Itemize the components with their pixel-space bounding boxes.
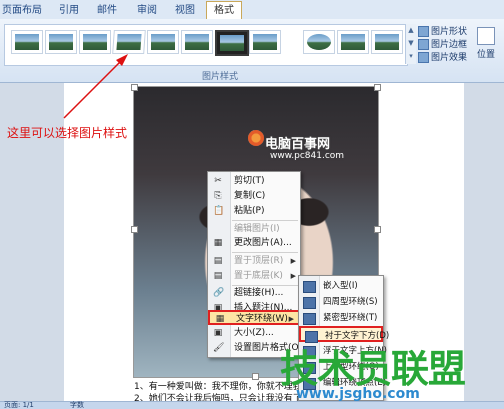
send-back-icon: ▤ — [213, 271, 223, 281]
shape-icon — [418, 26, 429, 37]
resize-handle[interactable] — [374, 84, 381, 91]
picture-style-thumb[interactable] — [337, 30, 369, 54]
picture-style-thumb[interactable] — [112, 30, 146, 54]
picture-styles-gallery[interactable] — [4, 24, 408, 66]
tab-references[interactable]: 引用 — [52, 3, 86, 18]
menu-item-text-wrapping[interactable]: ▦ 文字环绕(W) ▶ — [208, 310, 300, 325]
menu-item-send-back: ▤ 置于底层(K) ▶ — [208, 269, 300, 284]
photo-watermark-url: www.pc841.com — [270, 151, 345, 161]
menu-item-bring-front: ▤ 置于顶层(R) ▶ — [208, 254, 300, 269]
resize-handle[interactable] — [131, 84, 138, 91]
watermark-logo-icon — [248, 130, 264, 146]
menu-item-change-picture[interactable]: ▦ 更改图片(A)... — [208, 236, 300, 251]
picture-style-thumb[interactable] — [371, 30, 403, 54]
menu-separator — [232, 252, 298, 253]
photo-watermark-site: 电脑百事网 — [265, 137, 331, 152]
picture-style-thumb[interactable] — [11, 30, 43, 54]
picture-shape-button[interactable]: 图片形状 — [418, 24, 467, 37]
size-icon: ▣ — [213, 328, 223, 338]
brand-watermark-url: www.jsgho.com — [296, 386, 420, 402]
wrap-icon: ▦ — [215, 314, 225, 324]
menu-item-copy[interactable]: ⎘ 复制(C) — [208, 189, 300, 204]
ribbon-group-label: 图片样式 — [201, 72, 238, 82]
wrap-square-icon — [303, 297, 316, 309]
gallery-expand-icon[interactable]: ▾ — [407, 50, 415, 62]
position-button[interactable]: 位置 — [474, 27, 498, 61]
copy-icon: ⎘ — [214, 191, 222, 201]
menu-item-paste[interactable]: 📋 粘贴(P) — [208, 204, 300, 219]
position-icon — [477, 27, 495, 45]
link-icon: 🔗 — [213, 288, 225, 298]
picture-style-thumb[interactable] — [147, 30, 179, 54]
scroll-up-icon[interactable]: ▲ — [407, 24, 415, 36]
submenu-arrow-icon: ▶ — [290, 257, 296, 265]
border-icon — [418, 39, 429, 50]
ribbon-tab-bar: 页面布局 引用 邮件 审阅 视图 格式 — [0, 0, 504, 20]
picture-style-thumb[interactable] — [181, 30, 213, 54]
menu-separator — [232, 220, 298, 221]
tab-format[interactable]: 格式 — [206, 1, 242, 20]
brand-watermark: 技术员联盟 — [280, 347, 466, 391]
effect-icon — [418, 52, 429, 63]
resize-handle[interactable] — [131, 226, 138, 233]
menu-item-cut[interactable]: ✂ 剪切(T) — [208, 174, 300, 189]
context-menu: ✂ 剪切(T) ⎘ 复制(C) 📋 粘贴(P) 编辑图片(I) ▦ 更改图片(A)...… — [207, 171, 311, 358]
wrap-tight-icon — [303, 313, 316, 325]
menu-item-edit-picture: 编辑图片(I) — [234, 224, 280, 234]
tab-page-layout[interactable]: 页面布局 — [0, 3, 44, 18]
picture-icon: ▦ — [213, 238, 223, 248]
resize-handle[interactable] — [374, 226, 381, 233]
tab-mailings[interactable]: 邮件 — [90, 3, 124, 18]
scroll-down-icon[interactable]: ▼ — [407, 37, 415, 49]
submenu-arrow-icon: ▶ — [290, 272, 296, 280]
picture-style-thumb-selected[interactable] — [215, 30, 249, 56]
paste-icon: 📋 — [213, 206, 225, 216]
picture-style-thumb[interactable] — [79, 30, 111, 54]
menu-item-hyperlink[interactable]: 🔗 超链接(H)... — [208, 286, 300, 301]
picture-border-button[interactable]: 图片边框 — [418, 37, 467, 50]
tab-review[interactable]: 审阅 — [130, 3, 164, 18]
annotation-text: 这里可以选择图片样式 — [7, 126, 128, 140]
picture-effect-button[interactable]: 图片效果 — [418, 50, 467, 63]
scissors-icon: ✂ — [214, 176, 222, 186]
gallery-scrollbar[interactable]: ▲ ▼ ▾ — [405, 24, 416, 64]
format-brush-icon: 🖌 — [213, 343, 225, 353]
submenu-item-inline[interactable]: 嵌入型(I) — [299, 278, 383, 294]
picture-style-thumb[interactable] — [303, 30, 335, 54]
wrap-inline-icon — [303, 281, 316, 293]
submenu-arrow-icon: ▶ — [288, 315, 294, 323]
submenu-item-tight[interactable]: 紧密型环绕(T) — [299, 310, 383, 326]
picture-style-thumb[interactable] — [45, 30, 77, 54]
submenu-item-square[interactable]: 四周型环绕(S) — [299, 294, 383, 310]
tab-view[interactable]: 视图 — [168, 3, 202, 18]
picture-style-thumb[interactable] — [249, 30, 281, 54]
bring-front-icon: ▤ — [213, 256, 223, 266]
